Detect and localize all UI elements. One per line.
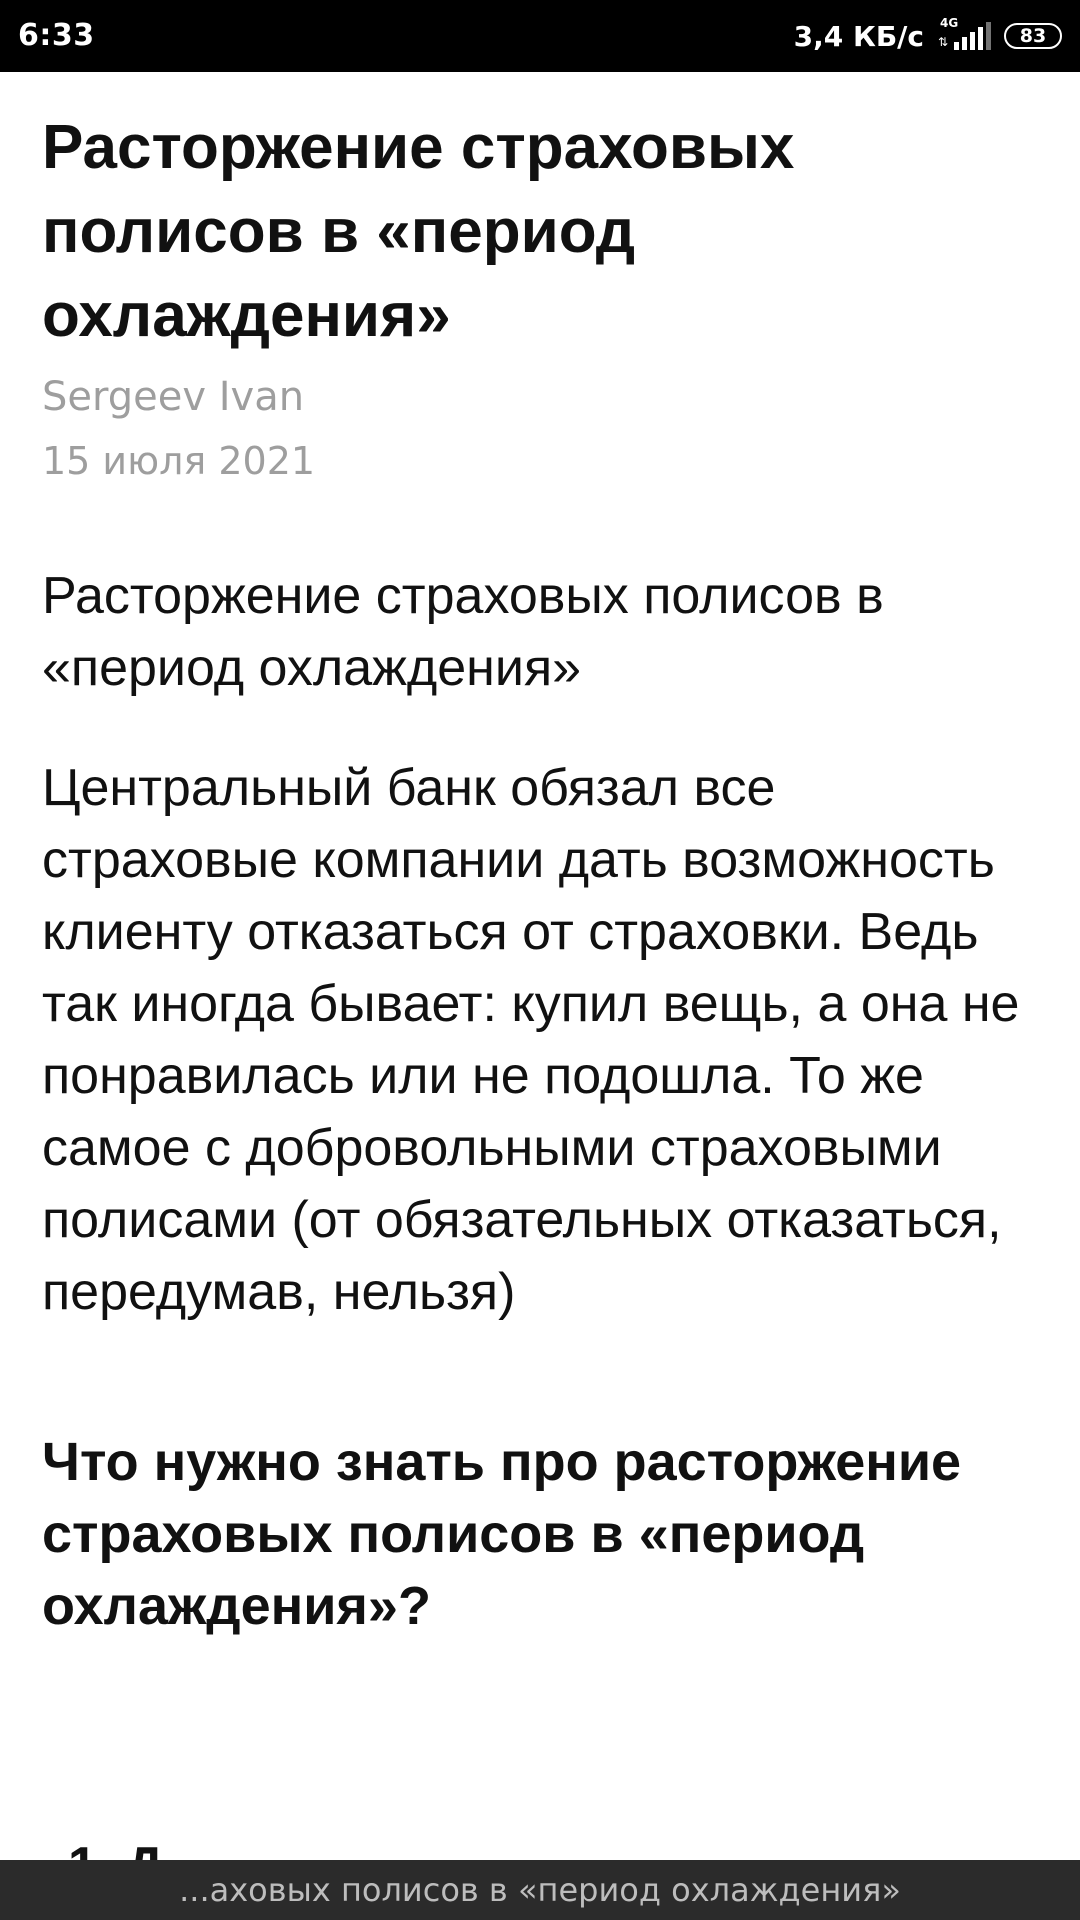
signal-bars	[954, 22, 991, 50]
signal-icon: 4G ⇅	[936, 16, 992, 56]
article-content: Расторжение страховых полисов в «период …	[42, 106, 1042, 1642]
article-date: 15 июля 2021	[42, 439, 316, 483]
battery-level: 83	[1019, 25, 1047, 47]
status-bar: 6:33 3,4 КБ/с 4G ⇅ 83	[0, 0, 1080, 72]
article-paragraph: Центральный банк обязал все страховые ко…	[42, 759, 1020, 1321]
article-paragraph: Расторжение страховых полисов в «период …	[42, 567, 884, 697]
article-author[interactable]: Sergeev Ivan	[42, 370, 1042, 424]
status-time: 6:33	[18, 18, 95, 53]
bottom-title-bar[interactable]: ...аховых полисов в «период охлаждения»	[0, 1860, 1080, 1920]
network-arrows-icon: ⇅	[938, 35, 949, 49]
section-heading: Что нужно знать про расторжение страховы…	[42, 1432, 962, 1636]
status-right: 3,4 КБ/с 4G ⇅ 83	[794, 14, 1062, 58]
network-speed: 3,4 КБ/с	[793, 19, 924, 53]
battery-icon: 83	[1004, 23, 1062, 49]
bottom-bar-title: ...аховых полисов в «период охлаждения»	[179, 1871, 901, 1909]
article-title: Расторжение страховых полисов в «период …	[42, 113, 795, 350]
